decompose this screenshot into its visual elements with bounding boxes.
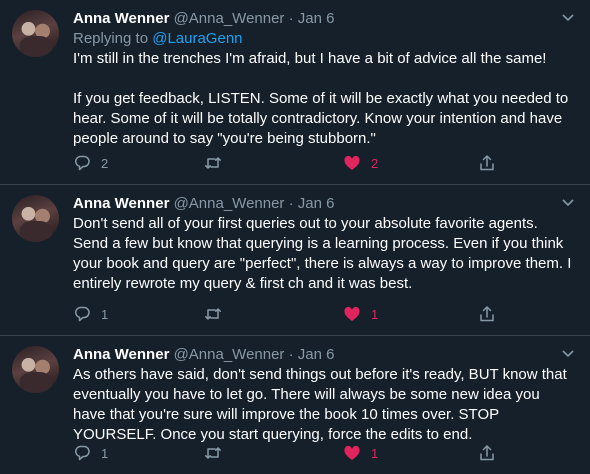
reply-button[interactable]: 1 <box>73 304 108 324</box>
tweet-header: Anna Wenner @Anna_Wenner · Jan 6 <box>73 9 576 29</box>
retweet-button[interactable] <box>204 443 232 463</box>
like-count: 2 <box>371 155 379 171</box>
tweet-date[interactable]: Jan 6 <box>298 195 335 212</box>
tweet-paragraph: As others have said, don't send things o… <box>73 366 567 443</box>
chevron-down-icon[interactable] <box>560 194 576 210</box>
like-button[interactable]: 1 <box>343 304 378 324</box>
share-icon <box>480 306 494 322</box>
separator-dot: · <box>288 195 294 212</box>
tweet-text: As others have said, don't send things o… <box>73 365 576 445</box>
like-count: 1 <box>371 445 379 461</box>
tweet-actions: 2 2 <box>73 153 576 173</box>
reply-count: 1 <box>101 445 109 461</box>
like-button[interactable]: 1 <box>343 443 378 463</box>
avatar[interactable] <box>12 10 59 57</box>
author-name[interactable]: Anna Wenner <box>73 195 169 212</box>
tweet-text: I'm still in the trenches I'm afraid, bu… <box>73 49 576 149</box>
tweet-actions: 1 1 <box>73 443 576 463</box>
tweet-paragraph: I'm still in the trenches I'm afraid, bu… <box>73 50 547 67</box>
share-button[interactable] <box>478 304 496 324</box>
tweet[interactable]: Anna Wenner @Anna_Wenner · Jan 6 Don't s… <box>0 185 590 336</box>
share-button[interactable] <box>478 153 496 173</box>
retweet-icon <box>205 157 221 169</box>
replying-to-label: Replying to <box>73 30 153 47</box>
tweet-header: Anna Wenner @Anna_Wenner · Jan 6 <box>73 194 576 214</box>
reply-count: 1 <box>101 306 109 322</box>
tweet-header: Anna Wenner @Anna_Wenner · Jan 6 <box>73 345 576 365</box>
reply-icon <box>74 155 90 171</box>
retweet-button[interactable] <box>204 153 232 173</box>
like-button[interactable]: 2 <box>343 153 378 173</box>
tweet-date[interactable]: Jan 6 <box>298 346 335 363</box>
separator-dot: · <box>288 10 294 27</box>
replying-to-link[interactable]: @LauraGenn <box>152 30 242 47</box>
avatar[interactable] <box>12 346 59 393</box>
separator-dot: · <box>288 346 294 363</box>
tweet-paragraph: If you get feedback, LISTEN. Some of it … <box>73 90 569 147</box>
reply-icon <box>74 445 90 461</box>
author-handle[interactable]: @Anna_Wenner <box>174 10 285 27</box>
share-icon <box>480 445 494 461</box>
avatar[interactable] <box>12 195 59 242</box>
heart-icon <box>344 155 360 170</box>
tweet[interactable]: Anna Wenner @Anna_Wenner · Jan 6 As othe… <box>0 336 590 474</box>
share-button[interactable] <box>478 443 496 463</box>
like-count: 1 <box>371 306 379 322</box>
author-name[interactable]: Anna Wenner <box>73 346 169 363</box>
reply-count: 2 <box>101 155 109 171</box>
author-handle[interactable]: @Anna_Wenner <box>174 346 285 363</box>
reply-button[interactable]: 2 <box>73 153 108 173</box>
tweet-date[interactable]: Jan 6 <box>298 10 335 27</box>
chevron-down-icon[interactable] <box>560 345 576 361</box>
share-icon <box>480 155 494 171</box>
replying-to: Replying to @LauraGenn <box>73 29 576 49</box>
tweet-text: Don't send all of your first queries out… <box>73 214 576 294</box>
author-handle[interactable]: @Anna_Wenner <box>174 195 285 212</box>
author-name[interactable]: Anna Wenner <box>73 10 169 27</box>
tweet[interactable]: Anna Wenner @Anna_Wenner · Jan 6 Replyin… <box>0 0 590 185</box>
heart-icon <box>344 306 360 321</box>
chevron-down-icon[interactable] <box>560 9 576 25</box>
tweet-actions: 1 1 <box>73 304 576 324</box>
tweet-paragraph: Don't send all of your first queries out… <box>73 215 572 292</box>
retweet-icon <box>205 308 221 320</box>
reply-icon <box>74 306 90 322</box>
heart-icon <box>344 445 360 460</box>
retweet-icon <box>205 447 221 459</box>
reply-button[interactable]: 1 <box>73 443 108 463</box>
retweet-button[interactable] <box>204 304 232 324</box>
